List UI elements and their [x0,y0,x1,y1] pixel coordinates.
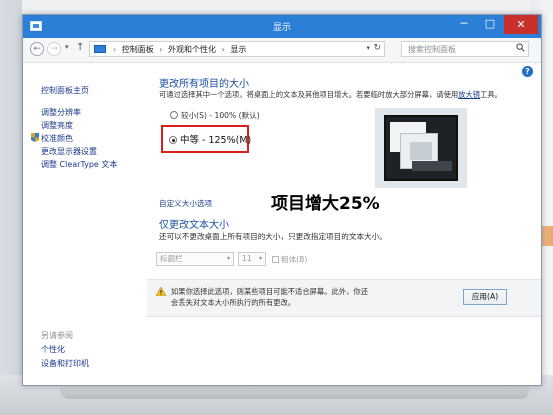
sidebar-item-calibrate-color[interactable]: 校准颜色 [41,133,73,144]
sidebar-item-cleartype[interactable]: 调整 ClearType 文本 [41,159,117,170]
forward-button[interactable]: → [47,42,61,56]
address-dropdown[interactable]: ▾ [366,44,370,52]
option-medium[interactable]: 中等 - 125%(M) [169,132,251,146]
breadcrumb-separator: › [221,45,225,54]
preview-screen [384,115,458,181]
apply-button[interactable]: 应用(A) [463,289,507,305]
sidebar-home-link[interactable]: 控制面板主页 [41,85,89,96]
warning-icon [156,287,166,296]
size-description: 可通过选择其中一个选项，将桌面上的文本及其他项目增大。若要临时放大部分屏幕，请使… [159,90,502,100]
breadcrumb-appearance[interactable]: 外观和个性化 [168,45,216,54]
up-button[interactable]: ↑ [76,42,84,53]
bold-checkbox-box[interactable] [272,256,279,263]
sidebar-item-devices-printers[interactable]: 设备和打印机 [41,358,89,369]
recent-locations-dropdown[interactable]: ▾ [65,43,69,51]
breadcrumb-display[interactable]: 显示 [230,45,246,54]
main-content: ? 更改所有项目的大小 可通过选择其中一个选项，将桌面上的文本及其他项目增大。若… [147,63,541,385]
back-button[interactable]: ← [30,42,44,56]
text-size-description: 还可以不更改桌面上所有项目的大小，只更改指定项目的文本大小。 [159,232,387,241]
address-bar[interactable]: › 控制面板 › 外观和个性化 › 显示 ▾ ↻ [89,41,385,57]
refresh-button[interactable]: ↻ [373,43,381,53]
desk-background-left [0,0,22,415]
sidebar-item-display-settings[interactable]: 更改显示器设置 [41,146,97,157]
magnifier-link[interactable]: 放大镜 [458,90,480,99]
size-description-text: 可通过选择其中一个选项，将桌面上的文本及其他项目增大。若要临时放大部分屏幕，请使… [159,90,459,99]
warning-bar: 如果你选择此选项，则某些项目可能不适合屏幕。此外，你还会丢失对文本大小所执行的所… [147,279,541,317]
font-size-value: 11 [242,254,252,263]
breadcrumb-separator: › [159,45,163,54]
radio-small[interactable] [170,111,178,119]
help-icon[interactable]: ? [522,66,533,77]
font-size-select[interactable]: 11 ▾ [238,252,266,266]
sidebar-item-brightness[interactable]: 调整亮度 [41,120,73,131]
search-placeholder: 搜索控制面板 [408,45,456,54]
shield-icon [31,133,39,142]
radio-medium-selected[interactable] [169,136,177,144]
option-small-label: 较小(S) - 100% (默认) [181,111,260,120]
heading-change-size: 更改所有项目的大小 [159,79,249,90]
item-select-value: 标题栏 [160,254,183,263]
search-icon[interactable] [516,43,525,52]
navigation-bar: ← → ▾ ↑ › 控制面板 › 外观和个性化 › 显示 ▾ ↻ 搜索控制面板 [23,38,541,63]
minimize-button[interactable]: ─ [451,15,477,34]
breadcrumb: › 控制面板 › 外观和个性化 › 显示 [110,44,246,55]
search-input[interactable]: 搜索控制面板 [401,41,529,57]
bold-checkbox[interactable]: 粗体(B) [272,254,307,265]
control-panel-icon [94,45,106,53]
overlay-caption: 项目增大25% [271,194,380,214]
sidebar-item-personalization[interactable]: 个性化 [41,344,65,355]
maximize-button[interactable]: □ [477,15,503,34]
display-settings-window: 显示 ─ □ ✕ ← → ▾ ↑ › 控制面板 › 外观和个性化 › 显示 ▾ … [22,14,542,386]
item-select[interactable]: 标题栏 ▾ [156,252,234,266]
warning-text: 如果你选择此选项，则某些项目可能不适合屏幕。此外，你还会丢失对文本大小所执行的所… [171,287,369,307]
heading-text-size: 仅更改文本大小 [159,220,229,231]
size-description-suffix: 工具。 [480,90,502,99]
option-small[interactable]: 较小(S) - 100% (默认) [170,110,260,121]
preview-taskbar [412,161,452,171]
sidebar: 控制面板主页 调整分辨率 调整亮度 校准颜色 更改显示器设置 调整 ClearT… [23,63,147,385]
breadcrumb-separator: › [113,45,117,54]
chevron-down-icon: ▾ [258,255,262,262]
custom-size-link[interactable]: 自定义大小选项 [159,198,212,209]
option-medium-label: 中等 - 125%(M) [180,135,252,146]
laptop-edge [60,385,530,399]
title-bar[interactable]: 显示 ─ □ ✕ [23,15,541,38]
bold-checkbox-label: 粗体(B) [281,255,308,264]
chevron-down-icon: ▾ [226,255,230,262]
see-also-label: 另请参阅 [41,331,73,340]
sidebar-item-resolution[interactable]: 调整分辨率 [41,107,81,118]
breadcrumb-control-panel[interactable]: 控制面板 [122,45,154,54]
size-preview-image [375,108,467,188]
close-button[interactable]: ✕ [504,15,538,34]
